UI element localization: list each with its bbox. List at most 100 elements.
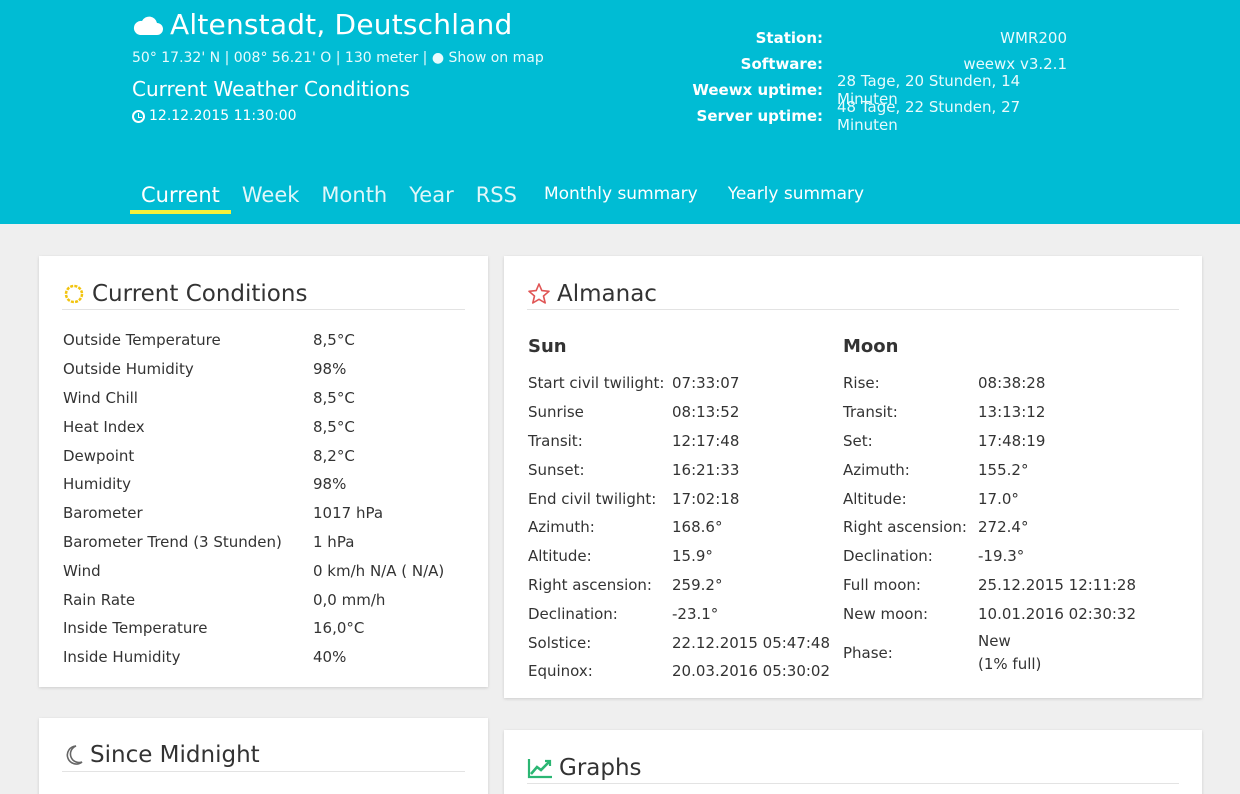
row-value: 168.6°: [672, 518, 723, 537]
row-label: Solstice:: [528, 633, 592, 652]
row-label: Sunrise: [528, 403, 584, 422]
row-label: Humidity: [63, 475, 132, 494]
sun-column: Sun Start civil twilight: 07:33:07 Sunrise…: [528, 336, 830, 686]
row-value: 1 hPa: [313, 532, 355, 551]
moon-icon: [66, 744, 83, 765]
row-label: Altitude:: [528, 547, 592, 566]
line-chart-icon: [527, 758, 552, 778]
tab-year[interactable]: Year: [398, 183, 464, 214]
table-row: Wind Chill 8,5°C: [63, 384, 444, 413]
row-label: Sunset:: [528, 460, 585, 479]
row-value: 272.4°: [978, 518, 1029, 537]
row-label: Barometer: [63, 504, 143, 523]
stat-value: WMR200: [1000, 29, 1067, 47]
tab-yearly-summary[interactable]: Yearly summary: [712, 184, 878, 214]
row-label: Outside Temperature: [63, 331, 221, 350]
table-row: Start civil twilight: 07:33:07: [528, 369, 830, 398]
card-title: Almanac: [557, 280, 657, 307]
row-label: Right ascension:: [843, 518, 967, 537]
row-value: 0,0 mm/h: [313, 590, 386, 609]
row-value: 15.9°: [672, 547, 713, 566]
row-label: Rain Rate: [63, 590, 136, 609]
table-row: Azimuth: 168.6°: [528, 513, 830, 542]
row-value: 8,5°C: [313, 417, 355, 436]
row-label: Wind Chill: [63, 388, 138, 407]
row-value: 13:13:12: [978, 403, 1046, 422]
tab-week[interactable]: Week: [231, 183, 311, 214]
table-row: Solstice: 22.12.2015 05:47:48: [528, 628, 830, 657]
row-label: Altitude:: [843, 489, 907, 508]
since-midnight-card: Since Midnight: [39, 718, 488, 794]
row-value: 17.0°: [978, 489, 1019, 508]
table-row: Transit: 12:17:48: [528, 427, 830, 456]
row-value: 8,5°C: [313, 388, 355, 407]
stat-key: Server uptime:: [696, 107, 823, 125]
row-value: 8,2°C: [313, 446, 355, 465]
table-row: Rise: 08:38:28: [843, 369, 1136, 398]
table-row: Wind 0 km/h N/A ( N/A): [63, 556, 444, 585]
timestamp: 12.12.2015 11:30:00: [132, 108, 297, 124]
row-label: Full moon:: [843, 575, 921, 594]
row-label: Dewpoint: [63, 446, 135, 465]
star-icon: [528, 282, 550, 304]
row-label: Inside Temperature: [63, 619, 208, 638]
table-row: Rain Rate 0,0 mm/h: [63, 585, 444, 614]
sun-icon: [64, 284, 84, 303]
station-stats: Station: WMR200 Software: weewx v3.2.1 W…: [677, 25, 1067, 134]
table-row: Dewpoint 8,2°C: [63, 441, 444, 470]
main-nav: Current Week Month Year RSS Monthly summ…: [130, 183, 878, 214]
row-value: 25.12.2015 12:11:28: [978, 575, 1137, 594]
table-row: New moon: 10.01.2016 02:30:32: [843, 599, 1136, 628]
card-title: Graphs: [559, 754, 642, 781]
cloud-icon: [133, 16, 163, 35]
table-row: Altitude: 17.0°: [843, 484, 1136, 513]
card-title: Current Conditions: [92, 280, 308, 307]
table-row: Altitude: 15.9°: [528, 542, 830, 571]
tab-month[interactable]: Month: [310, 183, 398, 214]
location-title: Altenstadt, Deutschland: [132, 8, 512, 41]
row-label: Azimuth:: [843, 460, 910, 479]
card-header: Current Conditions: [62, 278, 465, 310]
row-value: 17:48:19: [978, 431, 1046, 450]
table-row: Right ascension: 259.2°: [528, 571, 830, 600]
row-value: 16:21:33: [672, 460, 740, 479]
row-label: Transit:: [843, 403, 898, 422]
tab-monthly-summary[interactable]: Monthly summary: [528, 184, 712, 214]
stat-station: Station: WMR200: [677, 25, 1067, 51]
table-row: Full moon: 25.12.2015 12:11:28: [843, 571, 1136, 600]
table-row: Heat Index 8,5°C: [63, 412, 444, 441]
row-label: Outside Humidity: [63, 360, 194, 379]
coordinates: 50° 17.32' N | 008° 56.21' O | 130 meter…: [132, 50, 544, 66]
show-on-map-link[interactable]: Show on map: [449, 50, 544, 66]
row-value: 98%: [313, 360, 347, 379]
table-row: Barometer Trend (3 Stunden) 1 hPa: [63, 528, 444, 557]
timestamp-text: 12.12.2015 11:30:00: [149, 108, 297, 124]
row-label: Set:: [843, 431, 873, 450]
stat-key: Station:: [755, 29, 823, 47]
software-link[interactable]: weewx v3.2.1: [837, 55, 1067, 73]
tab-current[interactable]: Current: [130, 183, 231, 214]
row-value: 259.2°: [672, 575, 723, 594]
current-conditions-card: Current Conditions Outside Temperature 8,…: [39, 256, 488, 687]
page-subtitle: Current Weather Conditions: [132, 77, 410, 101]
row-value: -23.1°: [672, 604, 719, 623]
row-label: End civil twilight:: [528, 489, 657, 508]
card-header: Graphs: [527, 752, 1179, 784]
table-row: Sunset: 16:21:33: [528, 455, 830, 484]
row-value: 98%: [313, 475, 347, 494]
map-marker-icon: ●: [431, 50, 445, 66]
phase-value: New: [978, 632, 1011, 651]
row-label: Azimuth:: [528, 518, 595, 537]
conditions-table: Outside Temperature 8,5°C Outside Humidity…: [63, 326, 444, 672]
row-value: 8,5°C: [313, 331, 355, 350]
tab-rss[interactable]: RSS: [465, 183, 528, 214]
table-row: End civil twilight: 17:02:18: [528, 484, 830, 513]
table-row: Declination: -19.3°: [843, 542, 1136, 571]
row-value: 17:02:18: [672, 489, 740, 508]
row-value: New (1% full): [978, 630, 1041, 676]
row-label: Phase:: [843, 644, 893, 663]
table-row: Right ascension: 272.4°: [843, 513, 1136, 542]
table-row: Outside Temperature 8,5°C: [63, 326, 444, 355]
table-row: Humidity 98%: [63, 470, 444, 499]
table-row: Outside Humidity 98%: [63, 355, 444, 384]
